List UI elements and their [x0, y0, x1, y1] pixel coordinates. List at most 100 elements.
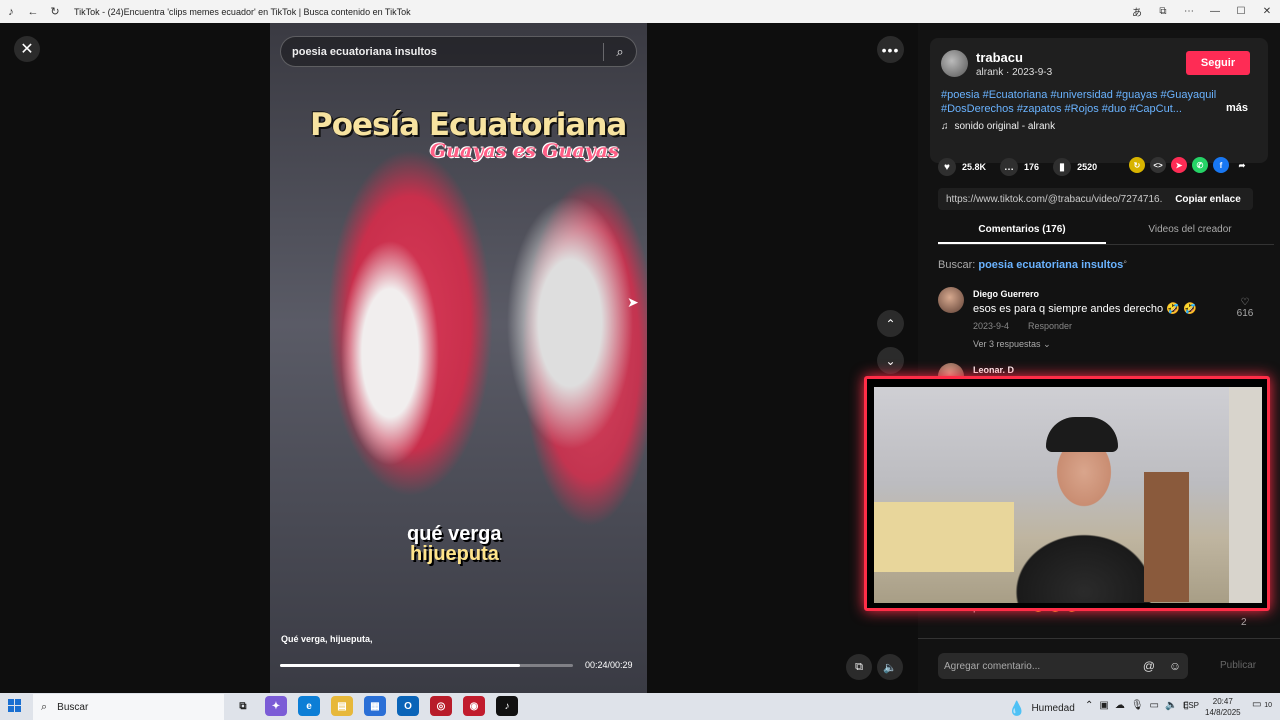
language-indicator[interactable]: ESP [1183, 701, 1199, 710]
comment-heart-icon: ♡ [1240, 297, 1250, 308]
panel-tabs: Comentarios (176) Videos del creador [938, 219, 1274, 245]
related-search[interactable]: Buscar: poesia ecuatoriana insultos⌕ [938, 259, 1127, 271]
whatsapp-icon[interactable]: ✆ [1192, 157, 1208, 173]
minimize-button[interactable]: — [1202, 6, 1228, 17]
facebook-icon[interactable]: f [1213, 157, 1229, 173]
more-description-button[interactable]: más [1226, 102, 1248, 114]
post-comment-button[interactable]: Publicar [1220, 660, 1256, 671]
comment-text: esos es para q siempre andes derecho 🤣 🤣 [973, 303, 1197, 315]
video-headline: Poesía Ecuatoriana [310, 107, 627, 143]
commenter-name[interactable]: Diego Guerrero [973, 289, 1039, 299]
video-url[interactable]: https://www.tiktok.com/@trabacu/video/72… [938, 194, 1163, 205]
video-search-bar[interactable]: poesia ecuatoriana insultos ⌕ [280, 36, 637, 67]
creator-meta: alrank · 2023-9-3 [976, 67, 1053, 78]
task-view-icon[interactable]: ⧉ [232, 696, 254, 716]
webcam-bed [874, 502, 1014, 572]
search-icon[interactable]: ⌕ [604, 44, 636, 60]
windows-taskbar: ⌕ Buscar ⧉ ✦ e ▤ ▦ O ◎ ◉ ♪ 💧 Humedad ⌃ ▣… [0, 693, 1280, 720]
video-hashtags[interactable]: #poesia #Ecuatoriana #universidad #guaya… [941, 88, 1227, 116]
video-subtitle: Qué verga, hijueputa, [281, 634, 373, 644]
back-arrow-icon[interactable]: ← [26, 5, 40, 19]
system-tray: ⌃ ▣ ☁ 🎙 ▭ 🔈 ▯ [1085, 700, 1195, 711]
comment-stat[interactable]: … 176 [1000, 158, 1039, 176]
copilot-icon[interactable]: ✦ [265, 696, 287, 716]
translate-icon[interactable]: あ [1124, 4, 1150, 19]
video-player[interactable]: poesia ecuatoriana insultos ⌕ Poesía Ecu… [270, 23, 647, 693]
speaker-icon[interactable]: 🔈 [1165, 700, 1177, 711]
tiktok-app-icon[interactable]: ♪ [496, 696, 518, 716]
close-video-button[interactable]: ✕ [14, 36, 40, 62]
webcam-curtain [1229, 387, 1262, 603]
app-tray-icon[interactable]: ▣ [1099, 700, 1108, 711]
creator-name[interactable]: trabacu [976, 50, 1023, 65]
chevron-up-icon[interactable]: ⌃ [1085, 700, 1093, 711]
view-replies-label: Ver 3 respuestas [973, 339, 1041, 349]
recorder-icon[interactable]: ◉ [463, 696, 485, 716]
view-replies-button[interactable]: Ver 3 respuestas ⌄ [973, 339, 1051, 350]
video-search-query: poesia ecuatoriana insultos [292, 45, 437, 58]
edge-icon[interactable]: e [298, 696, 320, 716]
previous-video-button[interactable]: ⌃ [877, 310, 904, 337]
webcam-door [1144, 472, 1189, 602]
commenter-name[interactable]: Leonar. D [973, 365, 1014, 375]
taskbar-apps: ⧉ ✦ e ▤ ▦ O ◎ ◉ ♪ [232, 696, 529, 716]
comment-like[interactable]: ♡ 616 [1235, 297, 1255, 319]
related-search-prefix: Buscar: [938, 259, 976, 271]
outlook-icon[interactable]: O [397, 696, 419, 716]
more-actions-button[interactable]: ••• [877, 36, 904, 63]
video-progress-fill [280, 664, 521, 667]
comment-count: 176 [1024, 162, 1040, 172]
close-window-button[interactable]: ✕ [1254, 6, 1280, 17]
follow-button[interactable]: Seguir [1186, 51, 1250, 75]
store-icon[interactable]: ▦ [364, 696, 386, 716]
sound-link[interactable]: ♫ sonido original - alrank [941, 121, 1055, 132]
reply-button[interactable]: Responder [1028, 321, 1072, 331]
copy-link-button[interactable]: Copiar enlace [1163, 194, 1253, 205]
comment-placeholder: Agregar comentario... [944, 660, 1041, 672]
opera-gx-icon[interactable]: ◎ [430, 696, 452, 716]
related-search-query: poesia ecuatoriana insultos [978, 259, 1124, 271]
taskbar-clock[interactable]: 20:47 14/8/2025 [1205, 696, 1241, 718]
share-arrow-icon[interactable]: ➦ [1234, 157, 1250, 173]
share-page-icon[interactable]: ⧉ [1150, 6, 1176, 17]
video-progress-bar[interactable] [280, 664, 573, 667]
microphone-icon[interactable]: 🎙 [1131, 700, 1144, 711]
maximize-button[interactable]: ☐ [1228, 6, 1254, 17]
mention-icon[interactable]: @ [1136, 659, 1162, 673]
search-small-icon: ⌕ [1123, 259, 1128, 266]
weather-widget[interactable]: 💧 Humedad [1008, 700, 1075, 717]
taskbar-search[interactable]: ⌕ Buscar [33, 694, 224, 720]
video-link-box: https://www.tiktok.com/@trabacu/video/72… [938, 188, 1253, 210]
tab-comments[interactable]: Comentarios (176) [938, 219, 1106, 244]
mouse-cursor-icon: ➤ [627, 294, 639, 310]
notifications-button[interactable]: ▭ 10 [1252, 699, 1272, 710]
humidity-icon: 💧 [1008, 700, 1026, 716]
save-stat[interactable]: ▮ 2520 [1053, 158, 1097, 176]
share-icons: ↻ <> ➤ ✆ f ➦ [1129, 157, 1255, 173]
windows-start-icon[interactable] [8, 699, 22, 713]
creator-avatar[interactable] [941, 50, 968, 77]
next-video-button[interactable]: ⌄ [877, 347, 904, 374]
sound-label: sonido original - alrank [954, 121, 1056, 132]
video-time: 00:24/00:29 [585, 660, 633, 670]
comment-input[interactable]: Agregar comentario... @ ☺ [938, 653, 1188, 679]
send-icon[interactable]: ➤ [1171, 157, 1187, 173]
like-stat[interactable]: ♥ 25.8K [938, 158, 986, 176]
commenter-avatar[interactable] [938, 287, 964, 313]
creator-card: trabacu alrank · 2023-9-3 Seguir #poesia… [930, 38, 1268, 163]
more-options-icon[interactable]: ⋯ [1176, 6, 1202, 17]
embed-icon[interactable]: <> [1150, 157, 1166, 173]
window-controls: あ ⧉ ⋯ — ☐ ✕ [1124, 0, 1280, 23]
network-icon[interactable]: ▭ [1150, 700, 1159, 711]
browser-titlebar: ♪ ← ↻ TikTok - (24)Encuentra 'clips meme… [0, 0, 1280, 23]
file-explorer-icon[interactable]: ▤ [331, 696, 353, 716]
tab-creator-videos[interactable]: Videos del creador [1106, 219, 1274, 244]
comment-like-count: 616 [1236, 308, 1254, 319]
notification-count: 10 [1264, 702, 1273, 709]
emoji-icon[interactable]: ☺ [1162, 659, 1188, 673]
cloud-icon[interactable]: ☁ [1115, 700, 1125, 711]
volume-button[interactable]: 🔈 [877, 654, 903, 680]
repost-icon[interactable]: ↻ [1129, 157, 1145, 173]
floating-player-button[interactable]: ⧉ [846, 654, 872, 680]
refresh-icon[interactable]: ↻ [48, 5, 62, 19]
